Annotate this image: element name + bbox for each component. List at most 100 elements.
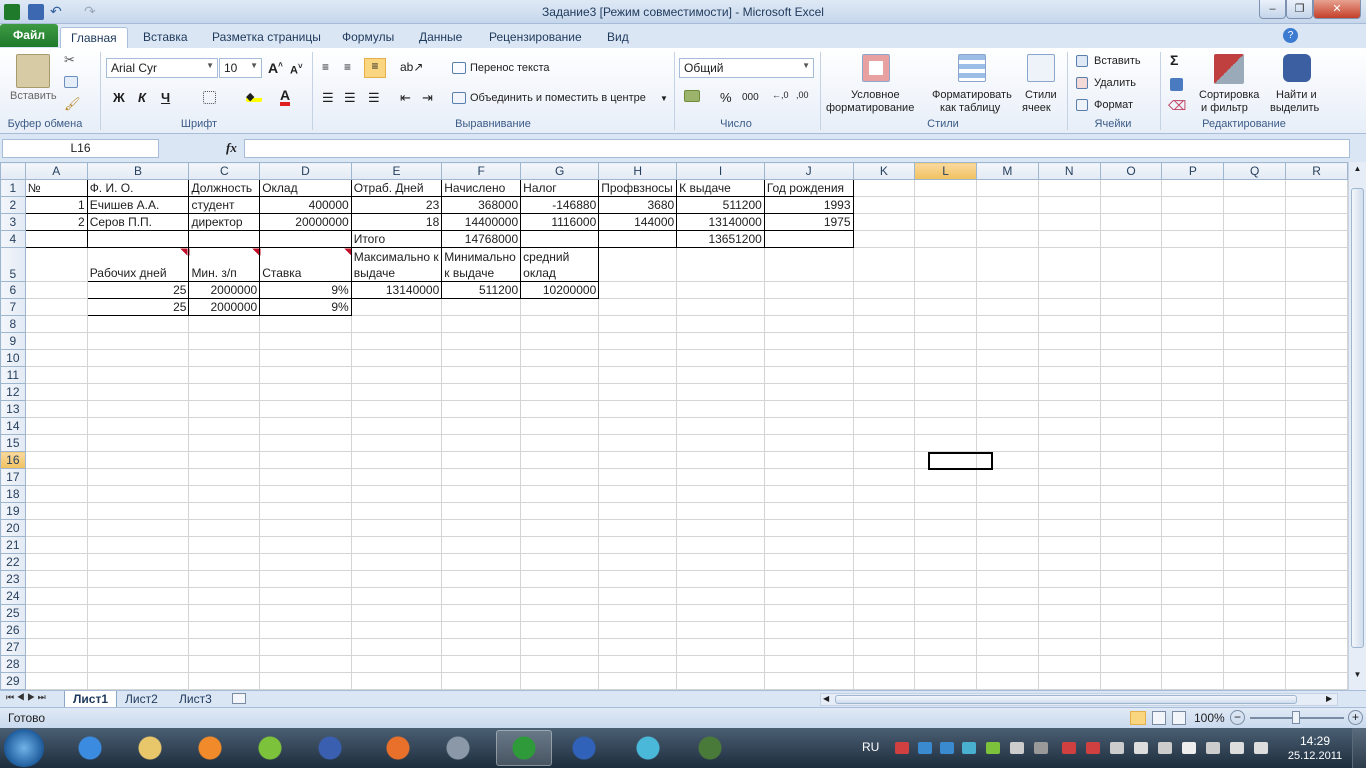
cell[interactable] xyxy=(441,604,522,622)
cell[interactable] xyxy=(86,349,190,367)
cell[interactable] xyxy=(86,502,190,520)
cell[interactable] xyxy=(86,485,190,503)
row-header[interactable]: 23 xyxy=(0,570,26,588)
cell[interactable] xyxy=(188,502,261,520)
cell[interactable] xyxy=(598,417,678,435)
cell[interactable] xyxy=(975,298,1039,316)
cell[interactable] xyxy=(1099,230,1163,248)
cell[interactable] xyxy=(259,400,352,418)
cell[interactable] xyxy=(350,298,443,316)
cell[interactable] xyxy=(1223,179,1287,197)
cell-styles-label-2[interactable]: ячеек xyxy=(1022,102,1051,114)
cell[interactable]: 144000 xyxy=(598,213,678,231)
decrease-decimal-icon[interactable]: ,00 xyxy=(796,90,809,100)
cell[interactable] xyxy=(441,672,522,690)
shrink-font-icon[interactable]: A˅ xyxy=(290,62,303,77)
cell[interactable] xyxy=(188,672,261,690)
row-header[interactable]: 6 xyxy=(0,281,26,299)
cell[interactable] xyxy=(852,213,916,231)
cell[interactable] xyxy=(24,468,88,486)
cell[interactable] xyxy=(24,281,88,299)
cell[interactable] xyxy=(975,485,1039,503)
flag-icon[interactable] xyxy=(1182,742,1196,754)
network-icon[interactable] xyxy=(1230,742,1244,754)
sort-filter-label-1[interactable]: Сортировка xyxy=(1199,89,1259,101)
bold-button[interactable]: Ж xyxy=(113,90,125,105)
cell[interactable]: Минимально к выдаче xyxy=(441,247,522,282)
font-name-select[interactable]: Arial Cyr ▼ xyxy=(106,58,218,78)
scroll-thumb[interactable] xyxy=(1351,188,1364,648)
cell[interactable] xyxy=(188,587,261,605)
insert-cells-icon[interactable] xyxy=(1076,55,1088,67)
cell[interactable] xyxy=(975,315,1039,333)
cell[interactable] xyxy=(441,417,522,435)
cell[interactable] xyxy=(1161,247,1225,282)
cell[interactable] xyxy=(24,485,88,503)
cell[interactable] xyxy=(852,536,916,554)
cell[interactable] xyxy=(86,434,190,452)
cell[interactable] xyxy=(441,638,522,656)
row-header[interactable]: 9 xyxy=(0,332,26,350)
cell[interactable] xyxy=(520,366,600,384)
cell[interactable] xyxy=(188,468,261,486)
cell[interactable] xyxy=(86,621,190,639)
cell[interactable] xyxy=(1161,638,1225,656)
taskbar-game-icon[interactable] xyxy=(682,730,738,766)
cell[interactable] xyxy=(259,468,352,486)
column-header[interactable]: E xyxy=(350,162,443,180)
format-cells-icon[interactable] xyxy=(1076,99,1088,111)
cell[interactable] xyxy=(259,587,352,605)
cell[interactable] xyxy=(350,621,443,639)
cell[interactable] xyxy=(350,587,443,605)
cell[interactable] xyxy=(1099,468,1163,486)
cell[interactable] xyxy=(852,604,916,622)
cell[interactable] xyxy=(1223,638,1287,656)
cell[interactable] xyxy=(520,655,600,673)
cell[interactable] xyxy=(1161,434,1225,452)
cell[interactable] xyxy=(24,519,88,537)
cell[interactable] xyxy=(914,536,977,554)
cell[interactable] xyxy=(763,519,854,537)
cell[interactable]: 2 xyxy=(24,213,88,231)
cell[interactable] xyxy=(1099,383,1163,401)
cell[interactable] xyxy=(763,315,854,333)
cell[interactable] xyxy=(914,383,977,401)
formula-input[interactable] xyxy=(244,139,1350,158)
cell[interactable] xyxy=(1161,451,1225,469)
cell[interactable] xyxy=(914,434,977,452)
cell[interactable] xyxy=(520,315,600,333)
cell[interactable] xyxy=(1099,553,1163,571)
taskbar-ie-icon[interactable] xyxy=(62,730,118,766)
align-left-icon[interactable]: ☰ xyxy=(322,90,334,106)
cell[interactable] xyxy=(86,230,190,248)
cell[interactable] xyxy=(975,417,1039,435)
cell[interactable]: Рабочих дней xyxy=(86,247,190,282)
tray-icon[interactable] xyxy=(1206,742,1220,754)
cell[interactable] xyxy=(259,451,352,469)
cell[interactable] xyxy=(763,655,854,673)
taskbar-app-m-icon[interactable] xyxy=(430,730,486,766)
column-header[interactable]: O xyxy=(1099,162,1163,180)
cell[interactable] xyxy=(24,383,88,401)
cell[interactable] xyxy=(1099,604,1163,622)
cell[interactable] xyxy=(852,519,916,537)
cell[interactable]: 13140000 xyxy=(676,213,765,231)
cell[interactable] xyxy=(1223,366,1287,384)
fill-color-icon[interactable]: ◆ xyxy=(246,90,262,103)
cell[interactable] xyxy=(24,349,88,367)
start-button[interactable] xyxy=(4,729,44,767)
cell[interactable] xyxy=(520,383,600,401)
cell[interactable] xyxy=(1285,502,1348,520)
cell[interactable] xyxy=(188,417,261,435)
cell[interactable] xyxy=(1285,638,1348,656)
cell[interactable] xyxy=(852,621,916,639)
cell[interactable] xyxy=(24,315,88,333)
taskbar-icq-icon[interactable] xyxy=(242,730,298,766)
cell[interactable] xyxy=(441,553,522,571)
cell[interactable] xyxy=(975,468,1039,486)
currency-format-icon[interactable] xyxy=(684,90,700,102)
volume-icon[interactable] xyxy=(1254,742,1268,754)
tab-view[interactable]: Вид xyxy=(597,27,639,48)
cell[interactable] xyxy=(975,536,1039,554)
cell[interactable] xyxy=(24,502,88,520)
